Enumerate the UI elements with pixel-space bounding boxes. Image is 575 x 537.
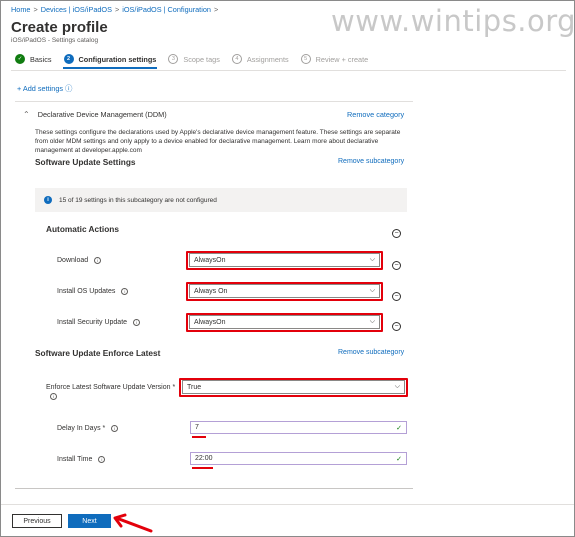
install-time-label: Install Time i bbox=[57, 456, 106, 463]
info-text: 15 of 19 settings in this subcategory ar… bbox=[59, 196, 217, 204]
setting-label: Install Time bbox=[57, 456, 93, 463]
setting-label: Delay In Days * bbox=[57, 425, 106, 432]
info-icon[interactable]: i bbox=[133, 319, 141, 326]
step-label: Configuration settings bbox=[78, 54, 157, 64]
remove-setting-icon[interactable]: − bbox=[392, 261, 401, 270]
step-scope-tags[interactable]: 3 Scope tags bbox=[168, 54, 220, 64]
annotation-arrow-icon bbox=[113, 513, 153, 533]
remove-setting-icon[interactable]: − bbox=[392, 292, 401, 301]
breadcrumb: Home > Devices | iOS/iPadOS > iOS/iPadOS | C… bbox=[11, 5, 221, 14]
step-number: 4 bbox=[231, 54, 242, 64]
step-configuration-settings[interactable]: 2 Configuration settings bbox=[63, 54, 157, 64]
info-icon[interactable]: i bbox=[121, 288, 129, 295]
enforce-latest-heading: Software Update Enforce Latest bbox=[35, 348, 161, 358]
dropdown-value: AlwaysOn bbox=[194, 256, 226, 264]
highlight-underline bbox=[192, 436, 206, 438]
breadcrumb-home[interactable]: Home bbox=[11, 5, 30, 14]
step-number: 5 bbox=[300, 54, 311, 64]
install-os-updates-label: Install OS Updates i bbox=[57, 288, 129, 295]
software-update-settings-heading: Software Update Settings bbox=[35, 157, 136, 167]
setting-label: Install OS Updates bbox=[57, 288, 116, 295]
category-header[interactable]: ⌃ Declarative Device Management (DDM) bbox=[23, 110, 167, 119]
remove-subcategory-link[interactable]: Remove subcategory bbox=[338, 349, 404, 356]
setting-label: Install Security Update bbox=[57, 319, 128, 326]
dropdown-value: Always On bbox=[194, 287, 228, 295]
check-icon: ✓ bbox=[396, 424, 402, 432]
info-icon[interactable]: i bbox=[111, 425, 119, 432]
chevron-down-icon: ⌵ bbox=[369, 287, 375, 294]
enforce-version-label: Enforce Latest Software Update Version * bbox=[46, 384, 175, 391]
step-review-create[interactable]: 5 Review + create bbox=[300, 54, 369, 64]
input-value: 7 bbox=[195, 424, 199, 431]
input-value: 22:00 bbox=[195, 455, 213, 462]
breadcrumb-separator: > bbox=[33, 5, 38, 14]
info-icon[interactable]: i bbox=[98, 456, 106, 463]
enforce-version-dropdown[interactable]: True ⌵ bbox=[182, 380, 405, 394]
install-time-input[interactable]: 22:00 ✓ bbox=[190, 452, 407, 465]
delay-in-days-label: Delay In Days * i bbox=[57, 425, 119, 432]
info-icon: i bbox=[44, 196, 52, 204]
breadcrumb-separator: > bbox=[213, 5, 219, 14]
check-icon: ✓ bbox=[396, 455, 402, 463]
add-settings-link[interactable]: + Add settings ⓘ bbox=[17, 84, 72, 94]
breadcrumb-devices-ios[interactable]: Devices | iOS/iPadOS bbox=[41, 5, 112, 14]
next-button[interactable]: Next bbox=[68, 514, 111, 528]
breadcrumb-ios-configuration[interactable]: iOS/iPadOS | Configuration bbox=[122, 5, 211, 14]
install-security-update-label: Install Security Update i bbox=[57, 319, 141, 326]
page-subtitle: iOS/iPadOS - Settings catalog bbox=[11, 37, 99, 44]
step-label: Assignments bbox=[246, 54, 289, 64]
info-icon[interactable]: i bbox=[94, 257, 102, 264]
collapse-icon[interactable]: − bbox=[392, 229, 401, 238]
step-basics[interactable]: ✓ Basics bbox=[15, 54, 52, 64]
remove-category-link[interactable]: Remove category bbox=[347, 110, 404, 119]
remove-subcategory-link[interactable]: Remove subcategory bbox=[338, 158, 404, 165]
chevron-down-icon: ⌵ bbox=[369, 318, 375, 325]
step-label: Review + create bbox=[315, 54, 369, 64]
setting-label: Download bbox=[57, 257, 89, 264]
step-label: Scope tags bbox=[183, 54, 220, 64]
highlight-underline bbox=[192, 467, 213, 469]
dropdown-value: True bbox=[187, 383, 202, 391]
watermark: www.wintips.org bbox=[331, 4, 575, 38]
step-number: 2 bbox=[63, 54, 74, 64]
chevron-down-icon: ⌵ bbox=[394, 383, 400, 390]
previous-button[interactable]: Previous bbox=[12, 514, 62, 528]
info-icon[interactable]: i bbox=[50, 393, 57, 400]
enforce-version-info: i bbox=[46, 393, 57, 400]
chevron-down-icon: ⌵ bbox=[369, 256, 375, 263]
download-dropdown[interactable]: AlwaysOn ⌵ bbox=[189, 253, 380, 267]
install-security-update-dropdown[interactable]: AlwaysOn ⌵ bbox=[189, 315, 380, 329]
dropdown-value: AlwaysOn bbox=[194, 318, 226, 326]
automatic-actions-heading: Automatic Actions bbox=[46, 224, 119, 234]
check-icon: ✓ bbox=[15, 54, 25, 64]
page-title: Create profile bbox=[11, 19, 108, 36]
step-number: 3 bbox=[168, 54, 179, 64]
wizard-steps: ✓ Basics 2 Configuration settings 3 Scop… bbox=[15, 54, 380, 64]
remove-setting-icon[interactable]: − bbox=[392, 322, 401, 331]
install-os-updates-dropdown[interactable]: Always On ⌵ bbox=[189, 284, 380, 298]
download-label: Download i bbox=[57, 257, 102, 264]
setting-label: Enforce Latest Software Update Version * bbox=[46, 384, 176, 391]
delay-in-days-input[interactable]: 7 ✓ bbox=[190, 421, 407, 434]
category-name: Declarative Device Management (DDM) bbox=[37, 110, 167, 119]
footer-divider bbox=[1, 504, 574, 505]
chevron-up-icon[interactable]: ⌃ bbox=[23, 110, 30, 119]
info-bar: i 15 of 19 settings in this subcategory … bbox=[35, 188, 407, 212]
active-step-underline bbox=[63, 67, 157, 69]
step-label: Basics bbox=[30, 54, 52, 64]
steps-divider bbox=[11, 70, 566, 71]
breadcrumb-separator: > bbox=[114, 5, 120, 14]
step-assignments[interactable]: 4 Assignments bbox=[231, 54, 289, 64]
category-description: These settings configure the declaration… bbox=[35, 129, 401, 154]
